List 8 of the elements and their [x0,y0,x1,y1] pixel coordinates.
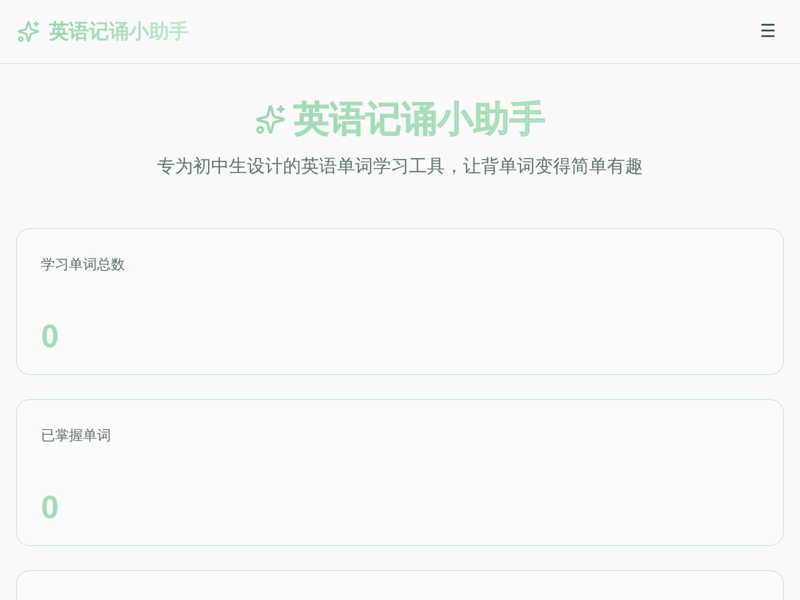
sparkle-icon [17,20,40,43]
menu-button[interactable]: ☰ [752,17,784,46]
sparkle-icon [254,104,286,134]
stat-value: 0 [41,488,59,526]
stat-label: 已掌握单词 [41,426,111,445]
stat-label: 学习单词总数 [41,255,125,274]
page-subtitle: 专为初中生设计的英语单词学习工具，让背单词变得简单有趣 [157,155,643,178]
stat-value: 0 [41,317,59,355]
